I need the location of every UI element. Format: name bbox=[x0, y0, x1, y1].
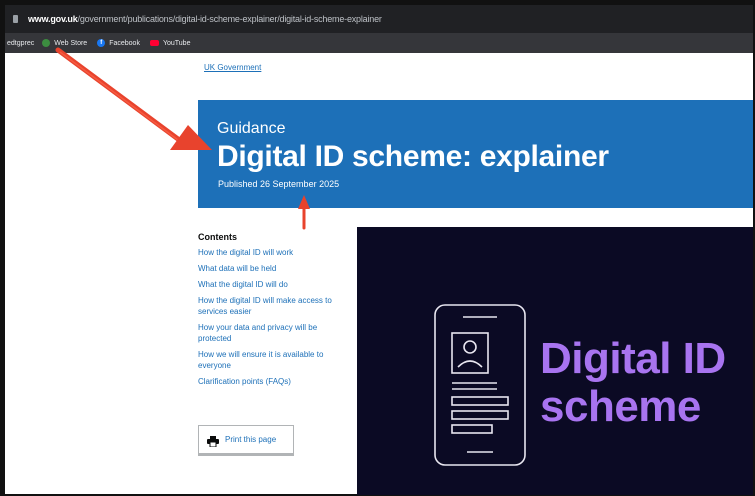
url-path: /government/publications/digital-id-sche… bbox=[77, 14, 382, 24]
bookmark-item-facebook[interactable]: f Facebook bbox=[97, 39, 140, 47]
page-title: Digital ID scheme: explainer bbox=[217, 140, 609, 173]
url-text[interactable]: www.gov.uk/government/publications/digit… bbox=[28, 14, 382, 24]
illustration-heading-line-1: Digital ID bbox=[540, 334, 726, 383]
contents-link[interactable]: Clarification points (FAQs) bbox=[198, 376, 343, 387]
youtube-icon bbox=[149, 40, 159, 46]
bookmark-label: Web Store bbox=[54, 39, 88, 47]
bookmark-item-youtube[interactable]: YouTube bbox=[149, 39, 191, 47]
contents-link[interactable]: How we will ensure it is available to ev… bbox=[198, 349, 343, 371]
bookmark-label: edtgprec bbox=[7, 39, 35, 47]
address-bar[interactable]: www.gov.uk/government/publications/digit… bbox=[5, 5, 753, 33]
bookmark-item-edtgprec[interactable]: edtgprec bbox=[7, 40, 34, 47]
digital-id-illustration: Digital ID scheme bbox=[357, 227, 753, 495]
bookmarks-bar: edtgprec Web Store f Facebook YouTube bbox=[5, 33, 753, 53]
illustration-heading: Digital ID scheme bbox=[540, 335, 726, 431]
chrome-web-store-icon bbox=[42, 39, 51, 47]
print-page-label: Print this page bbox=[225, 435, 277, 444]
published-date: Published 26 September 2025 bbox=[218, 179, 340, 189]
page-caption: Guidance bbox=[217, 120, 286, 137]
print-page-button[interactable]: Print this page bbox=[198, 425, 294, 454]
contents-link[interactable]: How the digital ID will make access to s… bbox=[198, 295, 343, 317]
breadcrumb-link[interactable]: UK Government bbox=[204, 63, 261, 72]
facebook-icon: f bbox=[97, 39, 106, 47]
contents-link[interactable]: How the digital ID will work bbox=[198, 247, 343, 258]
contents-link[interactable]: What the digital ID will do bbox=[198, 279, 343, 290]
contents-list: Contents How the digital ID will work Wh… bbox=[198, 232, 343, 392]
bookmark-item-web-store[interactable]: Web Store bbox=[42, 39, 87, 47]
contents-heading: Contents bbox=[198, 232, 237, 242]
contents-link[interactable]: What data will be held bbox=[198, 263, 343, 274]
page-info-icon[interactable] bbox=[13, 15, 18, 23]
contents-link[interactable]: How your data and privacy will be protec… bbox=[198, 322, 343, 344]
printer-icon bbox=[207, 434, 219, 448]
bookmark-label: YouTube bbox=[162, 39, 191, 47]
bookmark-label: Facebook bbox=[109, 39, 140, 47]
url-host: www.gov.uk bbox=[28, 14, 78, 24]
illustration-heading-line-2: scheme bbox=[540, 382, 701, 431]
page-hero-banner: Guidance Digital ID scheme: explainer Pu… bbox=[198, 100, 753, 208]
